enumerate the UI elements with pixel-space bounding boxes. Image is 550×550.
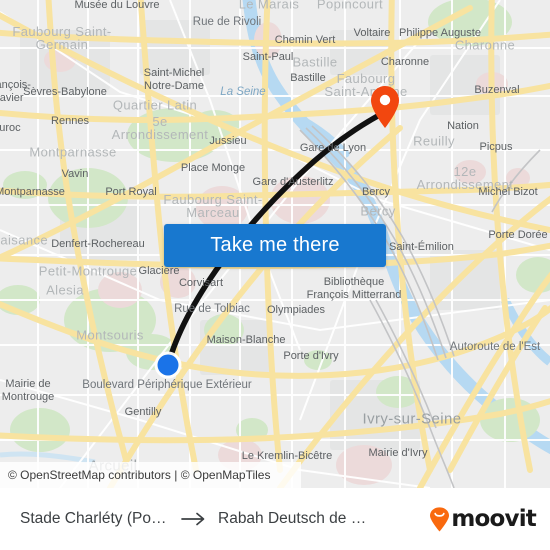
destination-marker-icon[interactable] (369, 85, 401, 129)
take-me-there-button[interactable]: Take me there (164, 224, 386, 267)
moovit-trip-screen: Musée du Louvre Le Marais Popincourt Rue de… (0, 0, 550, 550)
destination-stop-label: Rabah Deutsch de la … (218, 510, 368, 527)
attribution-text: © OpenStreetMap contributors | © OpenMap… (8, 468, 271, 482)
trip-footer: Stade Charléty (Porte de … Rabah Deutsch… (0, 488, 550, 550)
origin-stop-label: Stade Charléty (Porte de … (20, 510, 170, 527)
map-viewport[interactable]: Musée du Louvre Le Marais Popincourt Rue de… (0, 0, 550, 488)
moovit-logo[interactable]: moovit (429, 505, 550, 532)
moovit-wordmark: moovit (451, 505, 536, 532)
trip-summary[interactable]: Stade Charléty (Porte de … Rabah Deutsch… (0, 510, 429, 528)
arrow-right-icon (181, 512, 205, 526)
map-attribution: © OpenStreetMap contributors | © OpenMap… (0, 462, 301, 488)
origin-marker-icon[interactable] (150, 347, 186, 383)
moovit-pin-icon (430, 506, 450, 531)
